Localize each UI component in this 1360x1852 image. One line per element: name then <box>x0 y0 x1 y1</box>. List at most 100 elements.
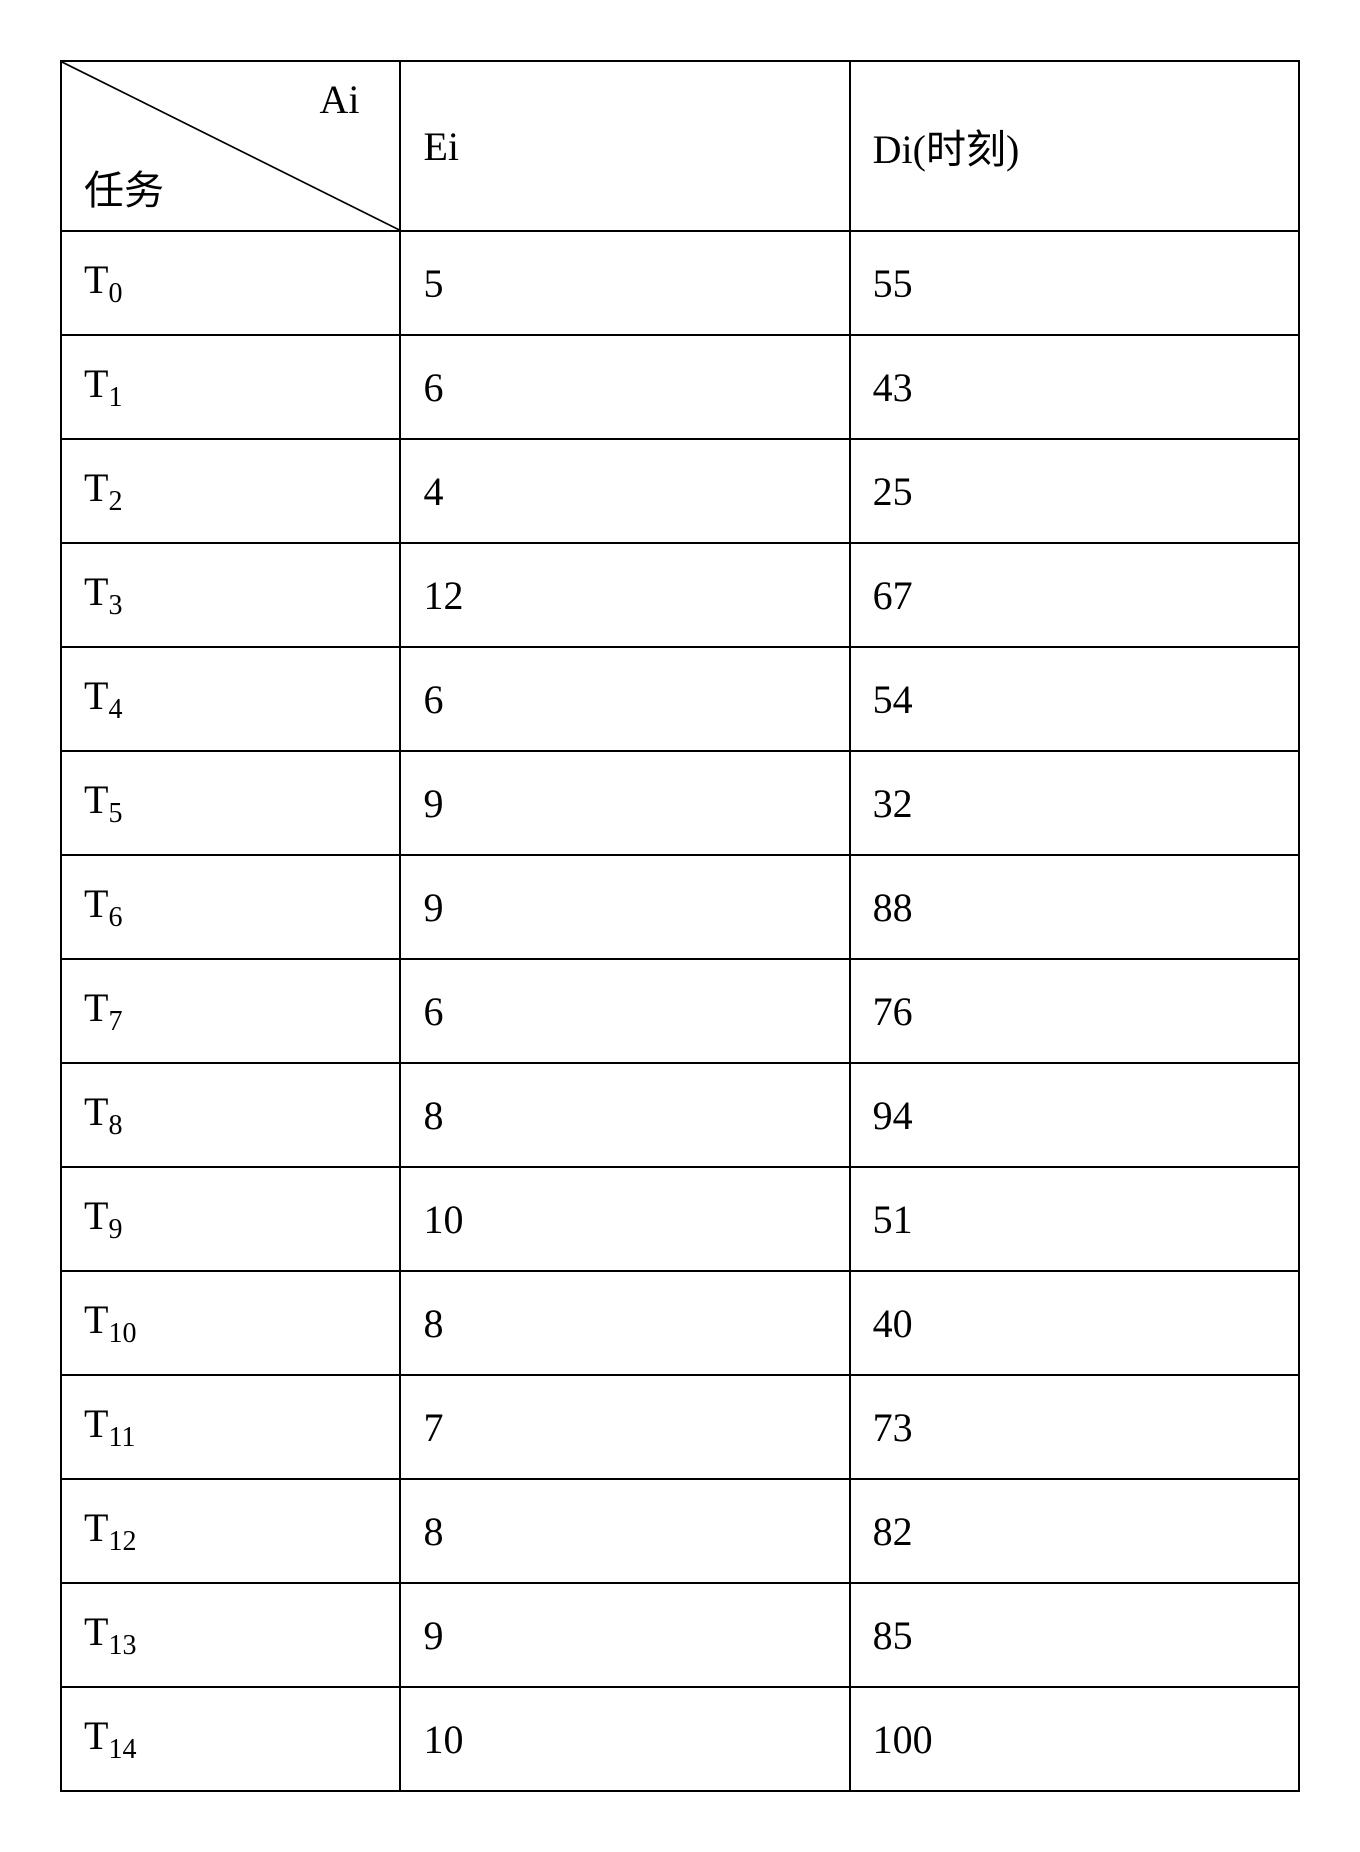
ei-cell: 4 <box>400 439 849 543</box>
task-label-subscript: 2 <box>108 486 122 517</box>
task-label-subscript: 4 <box>108 694 122 725</box>
task-label-subscript: 11 <box>108 1422 135 1453</box>
ei-cell: 9 <box>400 1583 849 1687</box>
table-row: T11773 <box>61 1375 1299 1479</box>
di-cell: 76 <box>850 959 1299 1063</box>
di-cell: 54 <box>850 647 1299 751</box>
task-parameters-table: Ai 任务 Ei Di(时刻) T0555T1643T2425T31267T46… <box>60 60 1300 1792</box>
di-cell: 100 <box>850 1687 1299 1791</box>
ei-cell: 5 <box>400 231 849 335</box>
table-row: T5932 <box>61 751 1299 855</box>
task-cell: T3 <box>61 543 400 647</box>
task-cell: T2 <box>61 439 400 543</box>
table-row: T0 555 <box>61 231 1299 335</box>
task-label-subscript: 7 <box>108 1006 122 1037</box>
task-label-subscript: 1 <box>108 382 122 413</box>
ei-cell: 8 <box>400 1479 849 1583</box>
di-cell: 67 <box>850 543 1299 647</box>
task-label-base: T <box>84 1089 108 1134</box>
task-cell: T5 <box>61 751 400 855</box>
task-label-subscript: 3 <box>108 590 122 621</box>
table-row: T2425 <box>61 439 1299 543</box>
ei-cell: 8 <box>400 1271 849 1375</box>
di-cell: 51 <box>850 1167 1299 1271</box>
di-cell: 32 <box>850 751 1299 855</box>
ei-cell: 9 <box>400 751 849 855</box>
task-cell: T4 <box>61 647 400 751</box>
di-cell: 25 <box>850 439 1299 543</box>
di-cell: 85 <box>850 1583 1299 1687</box>
diagonal-header-cell: Ai 任务 <box>61 61 400 231</box>
task-label: T13 <box>84 1609 136 1654</box>
column-header-ei: Ei <box>400 61 849 231</box>
di-cell: 94 <box>850 1063 1299 1167</box>
task-label-base: T <box>84 985 108 1030</box>
ei-cell: 6 <box>400 647 849 751</box>
task-cell: T1 <box>61 335 400 439</box>
task-label-subscript: 6 <box>108 902 122 933</box>
ei-cell: 10 <box>400 1167 849 1271</box>
table-row: T13 985 <box>61 1583 1299 1687</box>
task-label-subscript: 12 <box>108 1526 136 1557</box>
task-label: T9 <box>84 1193 122 1238</box>
table-row: T14 10100 <box>61 1687 1299 1791</box>
task-label-subscript: 8 <box>108 1110 122 1141</box>
task-label-base: T <box>84 569 108 614</box>
task-label-base: T <box>84 361 108 406</box>
table-row: T1 643 <box>61 335 1299 439</box>
task-cell: T7 <box>61 959 400 1063</box>
task-label: T1 <box>84 361 122 406</box>
table-row: T10 840 <box>61 1271 1299 1375</box>
task-label: T3 <box>84 569 122 614</box>
ei-cell: 9 <box>400 855 849 959</box>
task-label-base: T <box>84 1401 108 1446</box>
task-label: T11 <box>84 1401 135 1446</box>
task-cell: T10 <box>61 1271 400 1375</box>
task-label: T10 <box>84 1297 136 1342</box>
table-row: T3 1267 <box>61 543 1299 647</box>
di-cell: 55 <box>850 231 1299 335</box>
task-cell: T0 <box>61 231 400 335</box>
table-row: T12 882 <box>61 1479 1299 1583</box>
task-label-subscript: 14 <box>108 1734 136 1765</box>
ei-cell: 8 <box>400 1063 849 1167</box>
task-label: T6 <box>84 881 122 926</box>
task-label-base: T <box>84 1505 108 1550</box>
table-header-row: Ai 任务 Ei Di(时刻) <box>61 61 1299 231</box>
task-cell: T13 <box>61 1583 400 1687</box>
task-cell: T11 <box>61 1375 400 1479</box>
table-row: T9 1051 <box>61 1167 1299 1271</box>
table-row: T7676 <box>61 959 1299 1063</box>
table-row: T4 654 <box>61 647 1299 751</box>
task-label-base: T <box>84 1713 108 1758</box>
table-row: T6 988 <box>61 855 1299 959</box>
task-label-subscript: 9 <box>108 1214 122 1245</box>
task-cell: T9 <box>61 1167 400 1271</box>
task-label-subscript: 5 <box>108 798 122 829</box>
diag-header-top: Ai <box>319 76 359 123</box>
column-header-di: Di(时刻) <box>850 61 1299 231</box>
task-label-subscript: 10 <box>108 1318 136 1349</box>
task-label-subscript: 0 <box>108 278 122 309</box>
task-label-subscript: 13 <box>108 1630 136 1661</box>
task-label-base: T <box>84 1297 108 1342</box>
ei-cell: 10 <box>400 1687 849 1791</box>
task-label-base: T <box>84 881 108 926</box>
diag-header-bottom: 任务 <box>84 158 164 216</box>
task-label: T8 <box>84 1089 122 1134</box>
task-label-base: T <box>84 1609 108 1654</box>
table-row: T8894 <box>61 1063 1299 1167</box>
di-cell: 43 <box>850 335 1299 439</box>
task-label: T4 <box>84 673 122 718</box>
ei-cell: 6 <box>400 335 849 439</box>
ei-cell: 6 <box>400 959 849 1063</box>
di-cell: 88 <box>850 855 1299 959</box>
task-label-base: T <box>84 673 108 718</box>
task-label: T0 <box>84 257 122 302</box>
di-cell: 40 <box>850 1271 1299 1375</box>
task-cell: T8 <box>61 1063 400 1167</box>
ei-cell: 7 <box>400 1375 849 1479</box>
task-label-base: T <box>84 257 108 302</box>
ei-cell: 12 <box>400 543 849 647</box>
di-cell: 82 <box>850 1479 1299 1583</box>
